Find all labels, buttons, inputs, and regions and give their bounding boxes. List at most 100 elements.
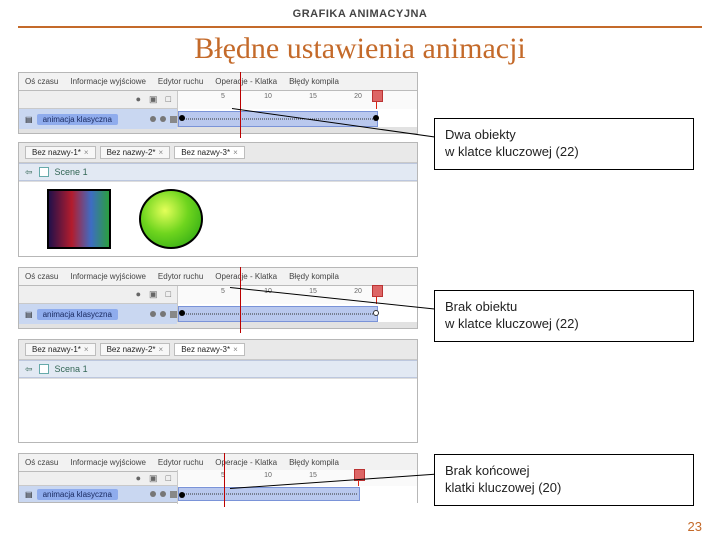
tween-span[interactable] bbox=[178, 306, 378, 322]
close-icon[interactable]: × bbox=[159, 148, 164, 157]
layer-name-cell[interactable]: ▤ animacja klasyczna bbox=[19, 109, 177, 129]
layer-icon: ▤ bbox=[25, 310, 33, 319]
callout-3-line2: klatki kluczowej (20) bbox=[445, 480, 683, 497]
slide-body: Oś czasu Informacje wyjściowe Edytor ruc… bbox=[18, 72, 702, 502]
tab-os-czasu[interactable]: Oś czasu bbox=[25, 272, 58, 281]
tab-edytor-ruchu[interactable]: Edytor ruchu bbox=[158, 272, 203, 281]
panel-tabs: Oś czasu Informacje wyjściowe Edytor ruc… bbox=[19, 268, 417, 286]
screenshot-stage-2: Bez nazwy-1*× Bez nazwy-2*× Bez nazwy-3*… bbox=[18, 339, 418, 443]
layer-lock-dot[interactable] bbox=[160, 116, 166, 122]
layer-row[interactable]: ▤ animacja klasyczna bbox=[19, 486, 417, 502]
tab-operacje-klatka[interactable]: Operacje - Klatka bbox=[215, 77, 277, 86]
timeline-ruler[interactable]: 5 10 15 20 bbox=[177, 91, 417, 109]
tab-edytor-ruchu[interactable]: Edytor ruchu bbox=[158, 77, 203, 86]
close-icon[interactable]: × bbox=[84, 345, 89, 354]
marker-line-2 bbox=[240, 267, 241, 333]
callout-2: Brak obiektu w klatce kluczowej (22) bbox=[434, 290, 694, 342]
layer-row[interactable]: ▤ animacja klasyczna bbox=[19, 304, 417, 324]
doc-tab-1[interactable]: Bez nazwy-1*× bbox=[25, 146, 96, 159]
eye-icon[interactable]: ● bbox=[136, 473, 141, 484]
ruler-tick-20: 20 bbox=[354, 93, 362, 100]
layer-name-cell[interactable]: ▤ animacja klasyczna bbox=[19, 486, 177, 502]
eye-icon[interactable]: ● bbox=[136, 94, 141, 105]
layer-column-icons: ● ▣ □ bbox=[19, 289, 177, 300]
close-icon[interactable]: × bbox=[159, 345, 164, 354]
timeline-ruler[interactable]: 5 10 15 20 bbox=[177, 470, 417, 488]
back-icon[interactable]: ⇦ bbox=[25, 364, 33, 375]
doc-tabs-row: Bez nazwy-1*× Bez nazwy-2*× Bez nazwy-3*… bbox=[19, 143, 417, 163]
tween-span[interactable] bbox=[178, 487, 360, 501]
scene-label[interactable]: Scene 1 bbox=[55, 167, 88, 177]
layer-column-icons: ● ▣ □ bbox=[19, 473, 177, 484]
layer-vis-dot[interactable] bbox=[150, 116, 156, 122]
layer-label: animacja klasyczna bbox=[37, 309, 118, 320]
doc-tab-3[interactable]: Bez nazwy-3*× bbox=[174, 343, 245, 356]
ruler-tick-5: 5 bbox=[221, 288, 225, 295]
scene-label[interactable]: Scena 1 bbox=[55, 364, 88, 374]
layer-name-cell[interactable]: ▤ animacja klasyczna bbox=[19, 304, 177, 324]
ruler-tick-20: 20 bbox=[354, 288, 362, 295]
object-square[interactable] bbox=[47, 189, 111, 249]
tab-bledy-kompilacji[interactable]: Błędy kompila bbox=[289, 272, 339, 281]
outline-icon[interactable]: □ bbox=[166, 289, 171, 300]
tab-info-wyj[interactable]: Informacje wyjściowe bbox=[70, 458, 146, 467]
tween-dotted-line bbox=[181, 494, 357, 495]
layer-outline-sq[interactable] bbox=[170, 311, 177, 318]
callout-2-line2: w klatce kluczowej (22) bbox=[445, 316, 683, 333]
back-icon[interactable]: ⇦ bbox=[25, 167, 33, 178]
screenshot-timeline-2: Oś czasu Informacje wyjściowe Edytor ruc… bbox=[18, 267, 418, 329]
lock-icon[interactable]: ▣ bbox=[149, 94, 158, 105]
close-icon[interactable]: × bbox=[84, 148, 89, 157]
tween-dotted-line bbox=[181, 314, 375, 315]
close-icon[interactable]: × bbox=[233, 345, 238, 354]
lock-icon[interactable]: ▣ bbox=[149, 289, 158, 300]
tab-operacje-klatka[interactable]: Operacje - Klatka bbox=[215, 272, 277, 281]
object-circle[interactable] bbox=[139, 189, 203, 249]
keyframe-start[interactable] bbox=[179, 115, 185, 121]
timeline-track[interactable] bbox=[177, 304, 417, 322]
layer-label: animacja klasyczna bbox=[37, 114, 118, 125]
tab-bledy-kompilacji[interactable]: Błędy kompila bbox=[289, 458, 339, 467]
slide-title: Błędne ustawienia animacji bbox=[18, 32, 702, 66]
keyframe-start[interactable] bbox=[179, 492, 185, 498]
layer-vis-dot[interactable] bbox=[150, 311, 156, 317]
ruler-tick-5: 5 bbox=[221, 93, 225, 100]
tab-edytor-ruchu[interactable]: Edytor ruchu bbox=[158, 458, 203, 467]
tween-dotted-line bbox=[181, 119, 375, 120]
marker-line-1 bbox=[240, 72, 241, 138]
tab-info-wyj[interactable]: Informacje wyjściowe bbox=[70, 272, 146, 281]
tab-bledy-kompilacji[interactable]: Błędy kompila bbox=[289, 77, 339, 86]
stage-canvas[interactable] bbox=[19, 181, 417, 256]
playhead[interactable] bbox=[376, 286, 377, 304]
lock-icon[interactable]: ▣ bbox=[149, 473, 158, 484]
doc-tab-1[interactable]: Bez nazwy-1*× bbox=[25, 343, 96, 356]
tab-os-czasu[interactable]: Oś czasu bbox=[25, 77, 58, 86]
doc-tab-3-label: Bez nazwy-3* bbox=[181, 148, 230, 157]
layer-lock-dot[interactable] bbox=[160, 311, 166, 317]
doc-tab-2[interactable]: Bez nazwy-2*× bbox=[100, 146, 171, 159]
panel-tabs: Oś czasu Informacje wyjściowe Edytor ruc… bbox=[19, 73, 417, 91]
callout-1-line2: w klatce kluczowej (22) bbox=[445, 144, 683, 161]
layer-outline-sq[interactable] bbox=[170, 116, 177, 123]
keyframe-start[interactable] bbox=[179, 310, 185, 316]
playhead[interactable] bbox=[376, 91, 377, 109]
tab-os-czasu[interactable]: Oś czasu bbox=[25, 458, 58, 467]
callout-3: Brak końcowej klatki kluczowej (20) bbox=[434, 454, 694, 506]
outline-icon[interactable]: □ bbox=[166, 473, 171, 484]
keyframe-end[interactable] bbox=[373, 115, 379, 121]
stage-canvas-empty[interactable] bbox=[19, 378, 417, 442]
doc-tab-1-label: Bez nazwy-1* bbox=[32, 345, 81, 354]
doc-tab-3[interactable]: Bez nazwy-3*× bbox=[174, 146, 245, 159]
layer-outline-sq[interactable] bbox=[170, 491, 177, 498]
layer-vis-dot[interactable] bbox=[150, 491, 156, 497]
layer-lock-dot[interactable] bbox=[160, 491, 166, 497]
keyframe-end-empty[interactable] bbox=[373, 310, 379, 316]
callout-1: Dwa obiekty w klatce kluczowej (22) bbox=[434, 118, 694, 170]
tab-info-wyj[interactable]: Informacje wyjściowe bbox=[70, 77, 146, 86]
timeline-track[interactable] bbox=[177, 486, 417, 504]
eye-icon[interactable]: ● bbox=[136, 289, 141, 300]
outline-icon[interactable]: □ bbox=[166, 94, 171, 105]
close-icon[interactable]: × bbox=[233, 148, 238, 157]
doc-tab-2[interactable]: Bez nazwy-2*× bbox=[100, 343, 171, 356]
scene-bar: ⇦ Scene 1 bbox=[19, 163, 417, 181]
